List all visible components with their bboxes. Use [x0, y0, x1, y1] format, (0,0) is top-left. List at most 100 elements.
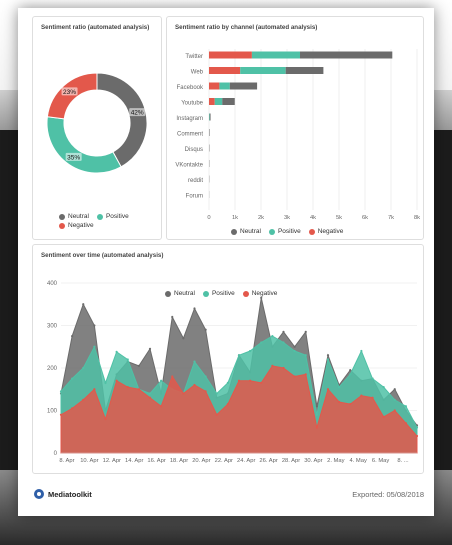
- channel-bar-chart: 0 1k 2k 3k 4k 5k 6k 7k 8k Twitter Web Facebook Youtu…: [175, 49, 420, 221]
- point-positive: [226, 381, 229, 384]
- point-positive: [304, 354, 307, 357]
- category-label: Comment: [177, 132, 203, 138]
- donut-slice-neutral: [96, 72, 148, 168]
- point-neutral: [349, 369, 352, 372]
- bar-segment-neutral: [209, 113, 211, 121]
- point-neutral: [326, 354, 330, 357]
- point-neutral: [282, 330, 285, 333]
- point-positive: [282, 341, 285, 344]
- x-tick-label: 0: [207, 215, 210, 221]
- legend-item-neutral[interactable]: Neutral: [165, 290, 195, 297]
- point-positive: [237, 354, 241, 357]
- x-tick-label: 7k: [388, 215, 394, 221]
- point-positive: [326, 358, 330, 361]
- legend-item-neutral[interactable]: Neutral: [231, 228, 261, 235]
- x-tick-label: 2. May: [327, 458, 344, 464]
- point-neutral: [293, 345, 296, 348]
- point-positive: [71, 377, 74, 380]
- x-tick-label: 20. Apr: [192, 458, 210, 464]
- legend-label: Negative: [251, 290, 278, 297]
- sentiment-ratio-card: Sentiment ratio (automated analysis) 42%…: [32, 16, 162, 240]
- y-tick-label: 100: [47, 409, 58, 415]
- donut-value-label: 23%: [63, 89, 76, 96]
- bar-segment-positive: [209, 113, 210, 121]
- point-negative: [304, 373, 307, 376]
- legend-dot-negative: [242, 290, 249, 297]
- bar-legend: Neutral Positive Negative: [231, 228, 343, 235]
- legend-label: Negative: [317, 228, 344, 235]
- point-negative: [382, 415, 385, 418]
- point-negative: [59, 413, 63, 416]
- legend-item-positive[interactable]: Positive: [268, 228, 301, 235]
- point-negative: [204, 390, 207, 393]
- x-tick-label: 4. May: [349, 458, 366, 464]
- x-tick-label: 10. Apr: [80, 458, 98, 464]
- y-tick-label: 200: [47, 366, 58, 372]
- point-negative: [271, 364, 274, 367]
- category-label: VKontakte: [175, 163, 203, 169]
- brand-logo[interactable]: Mediatoolkit: [34, 489, 92, 499]
- legend-dot-negative: [308, 228, 315, 235]
- point-positive: [59, 390, 63, 393]
- bar-segment-neutral: [229, 82, 258, 90]
- legend-item-negative[interactable]: Negative: [308, 228, 344, 235]
- point-negative: [193, 383, 196, 387]
- bar-segment-neutral: [285, 67, 324, 74]
- legend-item-positive[interactable]: Positive: [96, 213, 129, 220]
- point-negative: [415, 434, 419, 438]
- x-tick-label: 8k: [414, 215, 420, 221]
- point-positive: [315, 413, 318, 416]
- x-tick-label: 1k: [232, 215, 238, 221]
- legend-label: Positive: [211, 290, 235, 297]
- legend-item-negative[interactable]: Negative: [59, 222, 94, 229]
- legend-item-negative[interactable]: Negative: [242, 290, 278, 297]
- point-positive: [160, 379, 163, 382]
- x-tick-label: 22. Apr: [215, 458, 233, 464]
- point-negative: [293, 375, 296, 378]
- category-label: Twitter: [185, 54, 203, 60]
- point-neutral: [304, 330, 307, 333]
- point-negative: [148, 396, 152, 399]
- y-tick-label: 400: [47, 281, 58, 287]
- legend-item-neutral[interactable]: Neutral: [59, 213, 89, 220]
- x-tick-label: 8. Apr: [59, 458, 74, 464]
- category-label: Instagram: [176, 116, 203, 122]
- point-negative: [215, 413, 218, 416]
- point-neutral: [204, 328, 207, 331]
- legend-label: Neutral: [68, 213, 89, 220]
- point-neutral: [393, 388, 396, 391]
- category-label: Youtube: [181, 101, 203, 107]
- point-positive: [371, 377, 374, 380]
- y-tick-label: 300: [47, 324, 58, 330]
- bar-segment-positive: [214, 98, 223, 105]
- legend-label: Positive: [105, 213, 129, 220]
- x-tick-label: 6. May: [372, 458, 389, 464]
- legend-item-positive[interactable]: Positive: [202, 290, 235, 297]
- point-negative: [315, 426, 318, 429]
- point-neutral: [82, 303, 85, 306]
- point-positive: [93, 345, 96, 348]
- point-negative: [260, 381, 263, 384]
- category-label: Web: [191, 70, 204, 76]
- channel-ratio-title: Sentiment ratio by channel (automated an…: [175, 24, 318, 31]
- point-positive: [215, 392, 218, 395]
- point-negative: [237, 379, 241, 382]
- point-positive: [204, 375, 207, 378]
- x-tick-label: 5k: [336, 215, 342, 221]
- bar-segment-neutral: [300, 51, 393, 59]
- point-negative: [338, 400, 341, 404]
- point-neutral: [315, 405, 318, 408]
- report-page: Sentiment ratio (automated analysis) 42%…: [18, 8, 434, 516]
- bar-segment-negative: [209, 98, 215, 105]
- donut-value-label: 42%: [131, 110, 144, 117]
- x-tick-label: 4k: [310, 215, 316, 221]
- x-tick-label: 16. Apr: [147, 458, 165, 464]
- x-tick-label: 3k: [284, 215, 290, 221]
- bar-segment-positive: [240, 67, 286, 74]
- point-negative: [182, 392, 185, 395]
- point-negative: [71, 407, 74, 410]
- bar-segment-positive: [219, 82, 230, 90]
- point-positive: [126, 358, 129, 361]
- point-negative: [82, 398, 85, 401]
- legend-dot-neutral: [59, 213, 65, 220]
